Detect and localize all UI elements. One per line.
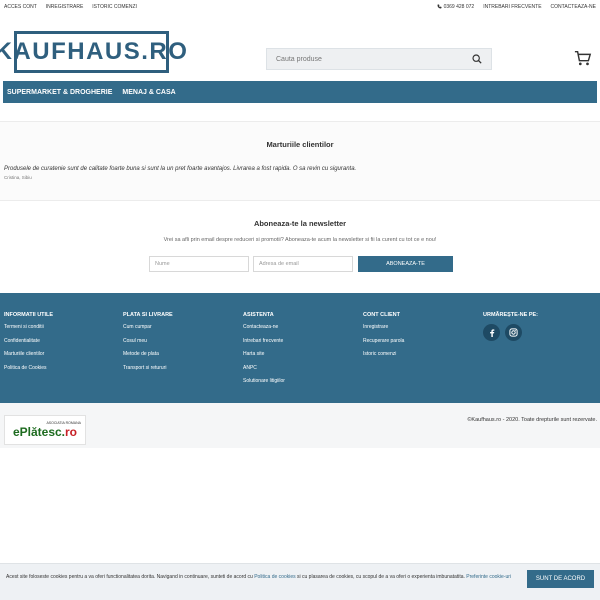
footer-link[interactable]: Marturiile clientilor <box>4 351 53 357</box>
newsletter-title: Aboneaza-te la newsletter <box>253 219 347 228</box>
header: KAUFHAUS.RO Cauta produse <box>0 13 600 80</box>
cookie-policy-link[interactable]: Politica de cookies <box>254 574 295 580</box>
newsletter-section: Aboneaza-te la newsletter Vrei sa afli p… <box>0 202 600 293</box>
social-links <box>483 324 538 341</box>
testimonials-section: Marturiile clientilor Produsele de curat… <box>0 121 600 201</box>
footer-link[interactable]: Intrebari frecvente <box>243 338 285 344</box>
footer-col-info: INFORMATII UTILE Termeni si conditii Con… <box>4 312 53 378</box>
copyright-text: ©Kaufhaus.ro - 2020. Toate drepturile su… <box>467 417 597 423</box>
phone-number: 0369 428 072 <box>443 3 475 10</box>
instagram-icon <box>509 328 518 337</box>
contact-links: 0369 428 072 INTREBARI FRECVENTE CONTACT… <box>437 4 596 10</box>
footer-link[interactable]: Termeni si conditii <box>4 324 53 330</box>
nav-item-menaj[interactable]: MENAJ & CASA <box>122 89 175 96</box>
email-field[interactable]: Adresa de email <box>253 256 353 272</box>
name-field[interactable]: Nume <box>149 256 249 272</box>
bottom-bar: ASOCIATIA ROMANA ePlătesc.ro ©Kaufhaus.r… <box>0 403 600 448</box>
footer-col-title: URMĂREȘTE-NE PE: <box>483 312 539 318</box>
footer-link[interactable]: Transport si retururi <box>123 365 173 371</box>
newsletter-description: Vrei sa afli prin email despre reduceri … <box>163 237 437 243</box>
account-links: ACCES CONT INREGISTRARE ISTORIC COMENZI <box>4 4 137 10</box>
footer-link[interactable]: Harta site <box>243 351 285 357</box>
footer-col-social: URMĂREȘTE-NE PE: <box>483 312 538 341</box>
testimonial-author: Cristina, Sibiu <box>4 175 32 180</box>
cart-icon[interactable] <box>574 49 592 67</box>
footer-link[interactable]: ANPC <box>243 365 285 371</box>
cookie-banner: Acest site foloseste cookies pentru a va… <box>0 563 600 600</box>
footer-link[interactable]: Contacteaza-ne <box>243 324 285 330</box>
search-bar[interactable]: Cauta produse <box>266 48 492 70</box>
top-bar: ACCES CONT INREGISTRARE ISTORIC COMENZI … <box>0 0 600 13</box>
nav-item-supermarket[interactable]: SUPERMARKET & DROGHERIE <box>7 89 112 96</box>
newsletter-form: Nume Adresa de email ABONEAZA-TE <box>149 256 453 272</box>
instagram-link[interactable] <box>505 324 522 341</box>
footer-col-title: ASISTENTA <box>243 312 274 318</box>
footer-col-assistance: ASISTENTA Contacteaza-ne Intrebari frecv… <box>243 312 285 392</box>
footer-link[interactable]: Inregistrare <box>363 324 404 330</box>
payment-logo-text: ePlătesc.ro <box>12 425 78 439</box>
testimonial-quote: Produsele de curatenie sunt de calitate … <box>4 166 357 172</box>
subscribe-button[interactable]: ABONEAZA-TE <box>358 256 453 272</box>
phone-icon <box>437 4 442 9</box>
cookie-preferences-link[interactable]: Preferinte cookie-uri <box>466 574 511 580</box>
order-history-link[interactable]: ISTORIC COMENZI <box>92 4 137 10</box>
footer-link[interactable]: Cum cumpar <box>123 324 173 330</box>
footer-link[interactable]: Cosul meu <box>123 338 173 344</box>
footer-link[interactable]: Recuperare parola <box>363 338 404 344</box>
cookie-text: Acest site foloseste cookies pentru a va… <box>6 574 512 580</box>
site-logo[interactable]: KAUFHAUS.RO <box>0 31 187 73</box>
footer-link[interactable]: Solutionare litigiilor <box>243 378 285 384</box>
footer-link[interactable]: Metode de plata <box>123 351 173 357</box>
register-link[interactable]: INREGISTRARE <box>46 4 84 10</box>
footer-col-account: CONT CLIENT Inregistrare Recuperare paro… <box>363 312 404 365</box>
footer-col-title: PLATA SI LIVRARE <box>123 312 173 318</box>
footer-link[interactable]: Politica de Cookies <box>4 365 53 371</box>
footer: INFORMATII UTILE Termeni si conditii Con… <box>0 293 600 403</box>
contact-link[interactable]: CONTACTEAZA-NE <box>551 4 596 10</box>
footer-col-payment: PLATA SI LIVRARE Cum cumpar Cosul meu Me… <box>123 312 173 378</box>
search-icon[interactable] <box>472 54 482 64</box>
payment-logo[interactable]: ASOCIATIA ROMANA ePlătesc.ro <box>4 415 86 445</box>
accept-cookies-button[interactable]: SUNT DE ACORD <box>527 570 594 588</box>
account-link[interactable]: ACCES CONT <box>4 4 37 10</box>
phone-link[interactable]: 0369 428 072 <box>437 3 475 10</box>
footer-col-title: CONT CLIENT <box>363 312 400 318</box>
testimonials-title: Marturiile clientilor <box>266 140 334 149</box>
footer-link[interactable]: Istoric comenzi <box>363 351 404 357</box>
search-input[interactable]: Cauta produse <box>276 56 472 63</box>
faq-link[interactable]: INTREBARI FRECVENTE <box>483 4 541 10</box>
footer-col-title: INFORMATII UTILE <box>4 312 54 318</box>
facebook-link[interactable] <box>483 324 500 341</box>
footer-link[interactable]: Confidentialitate <box>4 338 53 344</box>
main-nav: SUPERMARKET & DROGHERIE MENAJ & CASA <box>3 81 597 103</box>
facebook-icon <box>489 328 494 337</box>
